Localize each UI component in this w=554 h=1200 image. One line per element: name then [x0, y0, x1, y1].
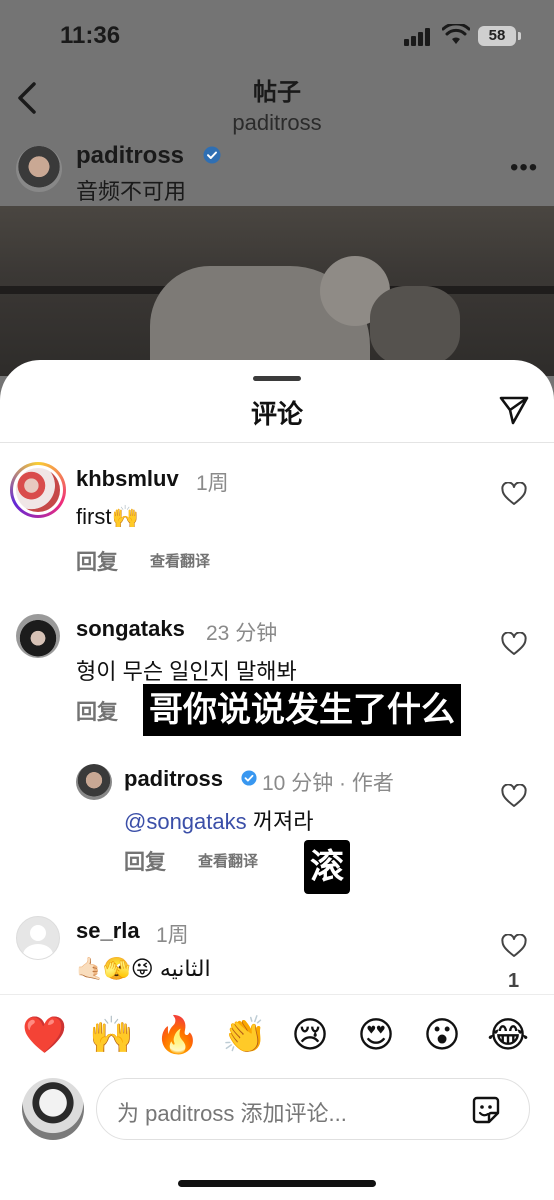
heart-outline-icon[interactable] [501, 632, 527, 656]
avatar [22, 1078, 84, 1140]
avatar[interactable] [76, 764, 112, 800]
input-placeholder: 为 paditross 添加评论... [117, 1101, 347, 1126]
home-indicator [178, 1180, 376, 1187]
verified-badge-icon [203, 146, 221, 164]
comment-composer: 为 paditross 添加评论... [0, 1074, 554, 1200]
sheet-title: 评论 [250, 399, 303, 429]
mention-link[interactable]: @songataks [124, 809, 247, 834]
reply-comment-item: paditross 10 分钟 · 作者 @songataks 꺼져라 回复 查… [0, 758, 554, 898]
avatar[interactable] [16, 146, 62, 192]
see-translation-link[interactable]: 查看翻译 [150, 550, 210, 571]
heart-outline-icon[interactable] [501, 784, 527, 808]
comment-username[interactable]: songataks [76, 616, 185, 642]
sticker-icon[interactable] [469, 1093, 503, 1127]
comment-text: 🤙🏻🫣😜 الثانيه [76, 956, 211, 981]
emoji-button[interactable]: 😍 [354, 1013, 398, 1057]
comment-text: 형이 무슨 일인지 말해봐 [76, 659, 297, 684]
comment-input[interactable]: 为 paditross 添加评论... [96, 1078, 530, 1140]
wifi-icon [442, 24, 470, 44]
reply-button[interactable]: 回复 [76, 696, 118, 726]
post-video[interactable] [0, 206, 554, 376]
status-time: 11:36 [60, 22, 121, 49]
see-translation-link[interactable]: 查看翻译 [198, 850, 258, 871]
heart-outline-icon[interactable] [501, 934, 527, 958]
comment-time: 10 分钟 · 作者 [262, 772, 394, 795]
comment-item: songataks 23 分钟 형이 무슨 일인지 말해봐 回复 哥你说说发生了… [0, 608, 554, 748]
heart-outline-icon[interactable] [501, 482, 527, 506]
comment-text: @songataks 꺼져라 [124, 804, 313, 836]
video-subtitle-overlay: 哥你说说发生了什么 [143, 684, 461, 736]
comment-username[interactable]: paditross [124, 766, 223, 792]
video-subtitle-overlay: 滚 [304, 840, 350, 894]
comment-item: se_rla 1周 🤙🏻🫣😜 الثانيه [0, 910, 554, 994]
avatar[interactable] [16, 614, 60, 658]
verified-badge-icon [241, 770, 257, 786]
post-audio-status: 音频不可用 [76, 179, 187, 204]
nav-title: 帖子 [253, 79, 301, 106]
avatar[interactable] [16, 916, 60, 960]
emoji-button[interactable]: 😢 [288, 1013, 332, 1057]
post-username[interactable]: paditross [76, 142, 184, 170]
reply-button[interactable]: 回复 [76, 546, 118, 576]
post-header: paditross 音频不可用 ••• [0, 140, 554, 206]
comment-time: 23 分钟 [206, 622, 278, 645]
emoji-button[interactable]: 🔥 [155, 1013, 200, 1057]
comment-text: first🙌 [76, 504, 139, 529]
top-nav: 帖子 paditross [0, 70, 554, 140]
sheet-grabber[interactable] [253, 376, 301, 381]
comment-item: khbsmluv 1周 first🙌 回复 查看翻译 [0, 458, 554, 588]
emoji-button[interactable]: 🙌 [89, 1013, 134, 1057]
comment-username[interactable]: khbsmluv [76, 466, 179, 492]
divider [0, 442, 554, 443]
reply-button[interactable]: 回复 [124, 846, 166, 876]
emoji-button[interactable]: ❤️ [22, 1013, 67, 1057]
battery-indicator: 58 [478, 26, 521, 46]
like-count: 1 [508, 970, 520, 992]
more-options-icon[interactable]: ••• [510, 154, 538, 182]
comment-username[interactable]: se_rla [76, 918, 140, 944]
comment-body: 꺼져라 [252, 809, 314, 834]
avatar[interactable] [10, 462, 66, 518]
comment-time: 1周 [156, 924, 189, 947]
emoji-button[interactable]: 👏 [222, 1013, 267, 1057]
paper-plane-icon[interactable] [498, 394, 530, 426]
emoji-quick-bar: ❤️ 🙌 🔥 👏 😢 😍 😮 😂 [0, 994, 554, 1074]
cellular-signal-icon [404, 28, 434, 46]
nav-subtitle: paditross [232, 110, 322, 135]
comment-time: 1周 [196, 472, 229, 495]
emoji-button[interactable]: 😮 [420, 1013, 464, 1057]
status-bar: 11:36 58 [0, 0, 554, 70]
emoji-button[interactable]: 😂 [486, 1013, 530, 1057]
